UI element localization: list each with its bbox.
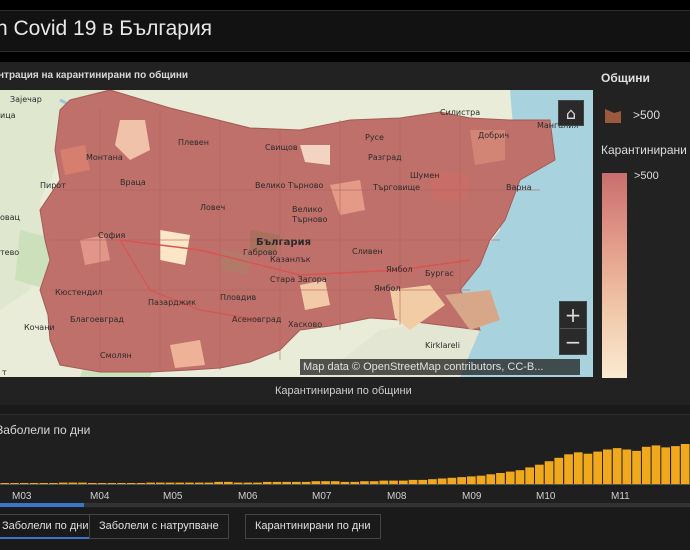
- x-tick-label: M04: [90, 491, 110, 502]
- map-label: Враца: [120, 178, 146, 187]
- chart-bar[interactable]: [661, 447, 670, 484]
- home-button[interactable]: ⌂: [558, 100, 584, 126]
- chart-bar[interactable]: [641, 446, 651, 484]
- chart-bar[interactable]: [671, 446, 680, 484]
- chart-bar[interactable]: [583, 453, 593, 484]
- page-title: n Covid 19 в България: [0, 17, 213, 40]
- map-label: Разград: [368, 153, 402, 162]
- map-label: Сливен: [352, 247, 383, 256]
- map-label: Пазарджик: [148, 298, 196, 307]
- chart-bar[interactable]: [457, 477, 466, 484]
- chart-bar[interactable]: [612, 448, 622, 484]
- x-tick-label: M06: [238, 491, 258, 502]
- chart-bar[interactable]: [486, 474, 496, 484]
- legend-color-ramp: [602, 173, 627, 378]
- chart-bar[interactable]: [622, 449, 632, 485]
- map-label: Кюстендил: [55, 288, 102, 297]
- chart-title: Заболели по дни: [0, 423, 91, 437]
- legend-swatch: [605, 109, 621, 123]
- map-label: Русе: [365, 133, 384, 142]
- chart-bar[interactable]: [680, 444, 690, 484]
- chart-bar[interactable]: [505, 471, 515, 484]
- x-tick-label: M08: [387, 491, 407, 502]
- map-label: Свищов: [265, 143, 298, 152]
- map-label: Асеновград: [232, 315, 282, 324]
- map-label: Силистра: [440, 108, 480, 117]
- x-tick-label: M07: [312, 491, 332, 502]
- map-label: т: [2, 368, 7, 377]
- chart-bar[interactable]: [476, 475, 486, 484]
- chart-bar[interactable]: [535, 464, 544, 484]
- map-label: Благоевград: [70, 315, 124, 324]
- map-label: Ямбол: [374, 284, 401, 293]
- tab-cases-cumulative[interactable]: Заболели с натрупване: [89, 514, 229, 539]
- map-caption: Карантинирани по общини: [275, 385, 412, 397]
- map-label: Пирот: [40, 181, 66, 190]
- map-label: овац: [0, 213, 21, 222]
- map-attribution[interactable]: Map data © OpenStreetMap contributors, C…: [300, 359, 580, 375]
- map-label: Kirklareli: [425, 341, 460, 350]
- map-label: Зајечар: [10, 95, 42, 104]
- x-tick-label: M05: [163, 491, 183, 502]
- map-label: Велико: [292, 205, 323, 214]
- chart-bar[interactable]: [515, 470, 525, 484]
- x-tick-label: M11: [611, 491, 630, 502]
- map-label: Габрово: [243, 248, 277, 257]
- chart-bar[interactable]: [593, 451, 602, 484]
- zoom-control: + −: [559, 301, 587, 355]
- map-label: Варна: [506, 183, 532, 192]
- chart-bar[interactable]: [544, 461, 554, 484]
- map-label: Хасково: [288, 320, 322, 329]
- map-label: Търговище: [372, 183, 420, 192]
- cases-chart[interactable]: [0, 440, 690, 485]
- chart-bar[interactable]: [525, 467, 534, 484]
- map-label: Бургас: [425, 269, 454, 278]
- chart-bar[interactable]: [573, 452, 583, 484]
- map-label: Велико Търново: [255, 181, 323, 190]
- map-label: Ямбол: [386, 265, 413, 274]
- legend-ramp-label: >500: [634, 170, 659, 182]
- map-label: Добрич: [478, 131, 509, 140]
- legend-swatch-label: >500: [633, 108, 661, 122]
- map-label: ица: [0, 111, 16, 120]
- chart-scrollbar[interactable]: [0, 503, 690, 507]
- map-label: Смолян: [100, 351, 132, 360]
- map-label: тево: [0, 248, 19, 257]
- map-label: Монтана: [86, 153, 123, 162]
- tab-cases-per-day[interactable]: Заболели по дни: [0, 514, 99, 539]
- chart-scroll-thumb[interactable]: [0, 503, 84, 507]
- tab-quarantined-per-day[interactable]: Карантинирани по дни: [245, 514, 381, 539]
- map-label: Пловдив: [220, 293, 256, 302]
- chart-axis: [0, 484, 690, 485]
- map-label: София: [98, 231, 126, 240]
- map-label: България: [256, 237, 311, 248]
- map-label: Стара Загора: [270, 275, 327, 284]
- chart-bar[interactable]: [603, 449, 612, 485]
- map-label: Плевен: [178, 138, 209, 147]
- legend-subtitle: Карантинирани: [601, 143, 687, 157]
- chart-bar[interactable]: [496, 473, 505, 484]
- x-tick-label: M09: [462, 491, 482, 502]
- chart-bar[interactable]: [651, 445, 661, 484]
- map-canvas[interactable]: Зајечар Пирот овац София Враца Плевен Св…: [0, 90, 593, 377]
- chart-bar[interactable]: [564, 454, 573, 484]
- chart-bar[interactable]: [554, 457, 564, 484]
- zoom-out-button[interactable]: −: [560, 329, 586, 355]
- home-icon: ⌂: [565, 103, 577, 123]
- map-label: Шумен: [410, 171, 439, 180]
- chart-bar[interactable]: [467, 476, 476, 484]
- legend-title: Общини: [601, 71, 650, 85]
- map-title: нтрация на карантинирани по общини: [0, 70, 189, 81]
- map-label: Търново: [291, 215, 327, 224]
- map-label: Ловеч: [200, 203, 225, 212]
- map-label: Кочани: [24, 323, 55, 332]
- x-tick-label: M03: [12, 491, 32, 502]
- x-tick-label: M10: [536, 491, 556, 502]
- map-view[interactable]: Зајечар Пирот овац София Враца Плевен Св…: [0, 90, 593, 377]
- chart-bar[interactable]: [632, 450, 641, 484]
- zoom-in-button[interactable]: +: [560, 302, 586, 328]
